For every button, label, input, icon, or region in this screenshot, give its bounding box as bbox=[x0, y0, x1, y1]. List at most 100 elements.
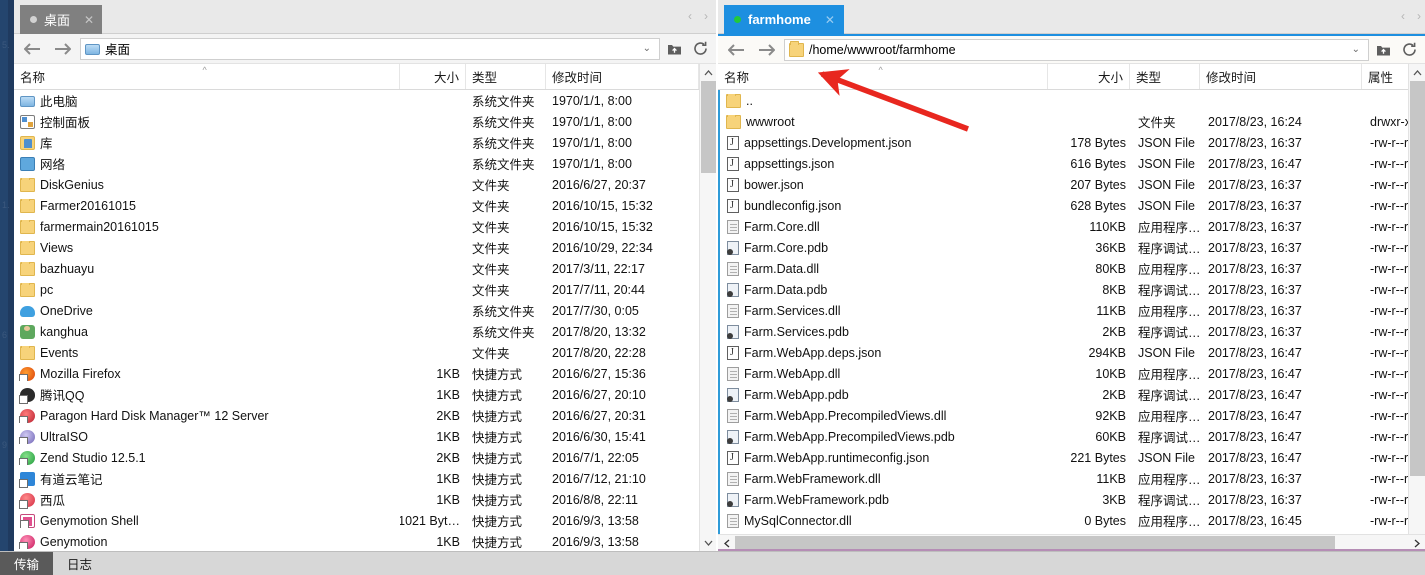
file-row[interactable]: Farm.WebFramework.dll 11KB 应用程序… 2017/8/23,… bbox=[720, 468, 1425, 489]
file-row[interactable]: 西瓜 1KB 快捷方式 2016/8/8, 22:11 bbox=[14, 489, 716, 510]
file-name-label: 此电脑 bbox=[40, 95, 78, 109]
tab-scroll-next-icon[interactable]: › bbox=[704, 9, 708, 23]
forward-button[interactable] bbox=[50, 37, 74, 61]
file-row[interactable]: Farm.WebApp.dll 10KB 应用程序… 2017/8/23, 16:47… bbox=[720, 363, 1425, 384]
local-refresh-button[interactable] bbox=[688, 37, 712, 61]
remote-hscroll-thumb[interactable] bbox=[735, 536, 1335, 551]
forward-button[interactable] bbox=[754, 38, 778, 62]
cell-name: Zend Studio 12.5.1 bbox=[14, 450, 400, 465]
tab-scroll-prev-icon[interactable]: ‹ bbox=[1401, 9, 1405, 23]
file-row[interactable]: Farm.Core.dll 110KB 应用程序… 2017/8/23, 16:37-… bbox=[720, 216, 1425, 237]
file-row[interactable]: Paragon Hard Disk Manager™ 12 Server 2KB 快… bbox=[14, 405, 716, 426]
column-header-type[interactable]: 类型 bbox=[466, 64, 546, 89]
file-row[interactable]: 此电脑 系统文件夹 1970/1/1, 8:00 bbox=[14, 90, 716, 111]
file-row[interactable]: .. bbox=[720, 90, 1425, 111]
tab-close-icon[interactable]: ✕ bbox=[825, 14, 835, 26]
file-row[interactable]: Farm.WebApp.deps.json 294KB JSON File 2017/… bbox=[720, 342, 1425, 363]
file-row[interactable]: Farm.WebApp.runtimeconfig.json 221 Bytes J… bbox=[720, 447, 1425, 468]
file-row[interactable]: Farm.WebApp.PrecompiledViews.pdb 60KB 程序调试… bbox=[720, 426, 1425, 447]
file-name-label: Farm.WebFramework.pdb bbox=[744, 492, 889, 507]
tab-scroll-next-icon[interactable]: › bbox=[1417, 9, 1421, 23]
cell-size: 1KB bbox=[436, 429, 460, 444]
file-row[interactable]: appsettings.json 616 Bytes JSON File 2017/8… bbox=[720, 153, 1425, 174]
json-icon bbox=[727, 198, 739, 213]
tab-close-icon[interactable]: ✕ bbox=[84, 14, 94, 26]
file-row[interactable]: Farm.WebApp.PrecompiledViews.dll 92KB 应用程序… bbox=[720, 405, 1425, 426]
scroll-right-icon[interactable] bbox=[1408, 535, 1425, 552]
file-row[interactable]: 网络 系统文件夹 1970/1/1, 8:00 bbox=[14, 153, 716, 174]
local-vertical-scrollbar[interactable] bbox=[699, 64, 716, 551]
cell-type: 程序调试… bbox=[1138, 431, 1201, 445]
file-row[interactable]: bazhuayu 文件夹 2017/3/11, 22:17 bbox=[14, 258, 716, 279]
tab-status-dot-icon bbox=[30, 16, 37, 23]
tab-farmhome[interactable]: farmhome ✕ bbox=[724, 5, 844, 34]
file-row[interactable]: bundleconfig.json 628 Bytes JSON File 2017/… bbox=[720, 195, 1425, 216]
file-row[interactable]: Farm.Services.pdb 2KB 程序调试… 2017/8/23, 16:3… bbox=[720, 321, 1425, 342]
file-row[interactable]: Farm.Data.pdb 8KB 程序调试… 2017/8/23, 16:37 -rw… bbox=[720, 279, 1425, 300]
column-header-size[interactable]: 大小 bbox=[1048, 64, 1130, 89]
file-row[interactable]: Farm.Services.dll 11KB 应用程序… 2017/8/23, 16:… bbox=[720, 300, 1425, 321]
bottom-tab-log[interactable]: 日志 bbox=[53, 552, 106, 575]
file-row[interactable]: 腾讯QQ 1KB 快捷方式 2016/6/27, 20:10 bbox=[14, 384, 716, 405]
local-parent-folder-button[interactable] bbox=[662, 37, 686, 61]
file-row[interactable]: Genymotion Shell 1021 Byt… 快捷方式 2016/9/3, 1… bbox=[14, 510, 716, 531]
file-row[interactable]: OneDrive 系统文件夹 2017/7/30, 0:05 bbox=[14, 300, 716, 321]
scroll-up-icon[interactable] bbox=[700, 64, 717, 81]
chevron-down-icon[interactable]: ⌄ bbox=[1348, 44, 1364, 55]
file-row[interactable]: UltraISO 1KB 快捷方式 2016/6/30, 15:41 bbox=[14, 426, 716, 447]
cell-type: 快捷方式 bbox=[472, 389, 523, 403]
chevron-down-icon[interactable]: ⌄ bbox=[639, 43, 655, 54]
file-row[interactable]: Farm.WebApp.pdb 2KB 程序调试… 2017/8/23, 16:47-… bbox=[720, 384, 1425, 405]
remote-parent-folder-button[interactable] bbox=[1371, 38, 1395, 62]
back-button[interactable] bbox=[724, 38, 748, 62]
file-row[interactable]: appsettings.Development.json 178 Bytes JSO… bbox=[720, 132, 1425, 153]
file-row[interactable]: DiskGenius 文件夹 2016/6/27, 20:37 bbox=[14, 174, 716, 195]
remote-refresh-button[interactable] bbox=[1397, 38, 1421, 62]
remote-path-input[interactable]: /home/wwwroot/farmhome ⌄ bbox=[784, 38, 1369, 61]
column-header-modified[interactable]: 修改时间 bbox=[546, 64, 699, 89]
tab-scroll-prev-icon[interactable]: ‹ bbox=[688, 9, 692, 23]
back-button[interactable] bbox=[20, 37, 44, 61]
file-row[interactable]: wwwroot 文件夹 2017/8/23, 16:24 drwxr-xr-x bbox=[720, 111, 1425, 132]
json-icon bbox=[727, 450, 739, 465]
remote-file-list[interactable]: ..wwwroot文件夹2017/8/23, 16:24drwxr-xr-xap… bbox=[718, 90, 1425, 551]
file-row[interactable]: Farmer20161015 文件夹 2016/10/15, 15:32 bbox=[14, 195, 716, 216]
file-row[interactable]: 库 系统文件夹 1970/1/1, 8:00 bbox=[14, 132, 716, 153]
scroll-up-icon[interactable] bbox=[1409, 64, 1425, 81]
file-row[interactable]: Views 文件夹 2016/10/29, 22:34 bbox=[14, 237, 716, 258]
local-file-list[interactable]: 此电脑 系统文件夹 1970/1/1, 8:00 控制面板 系统文件夹 1970/1/1,… bbox=[14, 90, 716, 551]
file-row[interactable]: MySqlConnector.dll 0 Bytes 应用程序… 2017/8/23,… bbox=[720, 510, 1425, 531]
file-row[interactable]: Farm.WebFramework.pdb 3KB 程序调试… 2017/8/23, … bbox=[720, 489, 1425, 510]
file-row[interactable]: bower.json 207 Bytes JSON File 2017/8/23, 1… bbox=[720, 174, 1425, 195]
remote-scroll-thumb[interactable] bbox=[1410, 81, 1425, 476]
file-row[interactable]: 有道云笔记 1KB 快捷方式 2016/7/12, 21:10 bbox=[14, 468, 716, 489]
file-row[interactable]: Genymotion 1KB 快捷方式 2016/9/3, 13:58 bbox=[14, 531, 716, 551]
tab-desktop[interactable]: 桌面 ✕ bbox=[20, 5, 103, 34]
remote-vertical-scrollbar[interactable] bbox=[1408, 64, 1425, 551]
file-row[interactable]: farmermain20161015 文件夹 2016/10/15, 15:32 bbox=[14, 216, 716, 237]
column-header-name[interactable]: 名称 ^ bbox=[718, 64, 1048, 89]
bottom-tab-transfer[interactable]: 传输 bbox=[0, 552, 54, 575]
file-row[interactable]: 控制面板 系统文件夹 1970/1/1, 8:00 bbox=[14, 111, 716, 132]
scroll-down-icon[interactable] bbox=[700, 534, 717, 551]
file-row[interactable]: Zend Studio 12.5.1 2KB 快捷方式 2016/7/1, 22:05 bbox=[14, 447, 716, 468]
file-name-label: 网络 bbox=[40, 158, 66, 172]
remote-horizontal-scrollbar[interactable] bbox=[718, 534, 1425, 551]
local-path-input[interactable]: 桌面 ⌄ bbox=[80, 37, 660, 60]
file-row[interactable]: kanghua 系统文件夹 2017/8/20, 13:32 bbox=[14, 321, 716, 342]
local-scroll-thumb[interactable] bbox=[701, 81, 716, 173]
file-row[interactable]: Farm.Data.dll 80KB 应用程序… 2017/8/23, 16:37 -r… bbox=[720, 258, 1425, 279]
column-header-size[interactable]: 大小 bbox=[400, 64, 466, 89]
file-name-label: UltraISO bbox=[40, 429, 88, 444]
cell-size: 628 Bytes bbox=[1070, 198, 1126, 213]
column-header-modified[interactable]: 修改时间 bbox=[1200, 64, 1362, 89]
file-row[interactable]: pc 文件夹 2017/7/11, 20:44 bbox=[14, 279, 716, 300]
column-header-type[interactable]: 类型 bbox=[1130, 64, 1200, 89]
cell-name: Farm.WebApp.PrecompiledViews.pdb bbox=[720, 429, 1050, 444]
file-row[interactable]: Farm.Core.pdb 36KB 程序调试… 2017/8/23, 16:37 -r… bbox=[720, 237, 1425, 258]
ultraiso-icon bbox=[19, 429, 35, 444]
scroll-left-icon[interactable] bbox=[718, 535, 735, 552]
file-row[interactable]: Events 文件夹 2017/8/20, 22:28 bbox=[14, 342, 716, 363]
column-header-name[interactable]: 名称 ^ bbox=[14, 64, 400, 89]
file-row[interactable]: Mozilla Firefox 1KB 快捷方式 2016/6/27, 15:36 bbox=[14, 363, 716, 384]
